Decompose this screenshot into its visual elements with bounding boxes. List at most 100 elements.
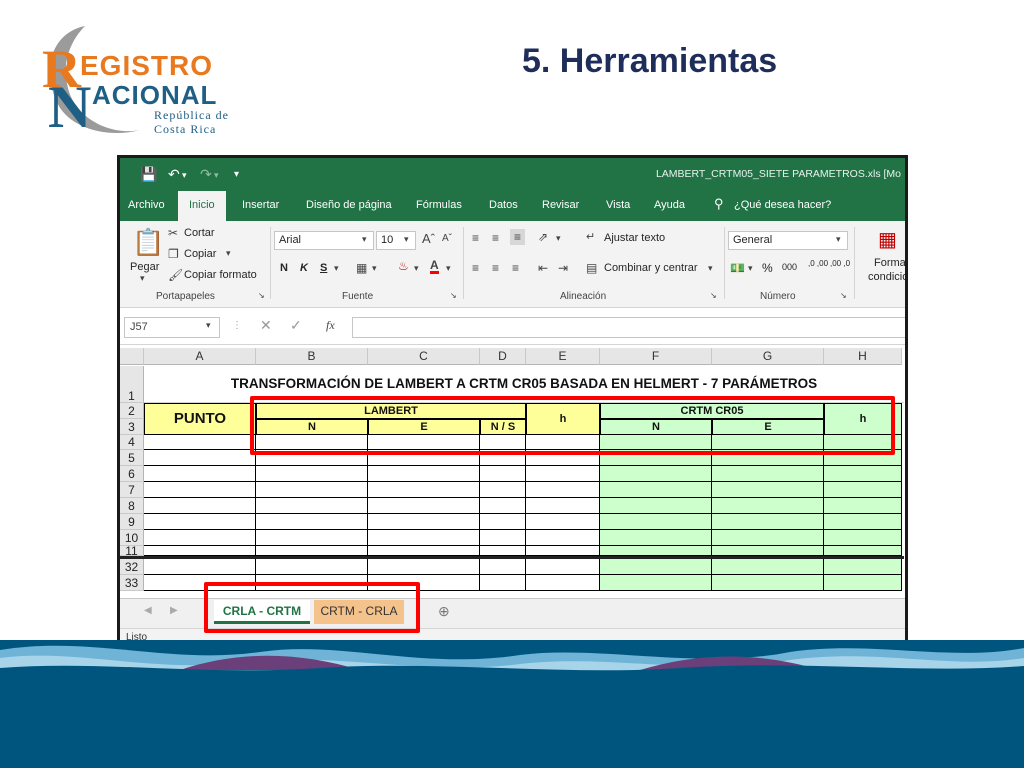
orientation-icon[interactable]: ⇗ — [538, 230, 548, 244]
column-header-h[interactable]: H — [824, 348, 902, 365]
data-cell[interactable] — [600, 559, 712, 575]
column-header-a[interactable]: A — [144, 348, 256, 365]
column-header-c[interactable]: C — [368, 348, 480, 365]
font-size-dropdown-icon[interactable]: ▾ — [404, 234, 409, 245]
shrink-font-icon[interactable]: Aˇ — [442, 233, 452, 244]
data-cell[interactable] — [526, 482, 600, 498]
tab-diseno-pagina[interactable]: Diseño de página — [306, 199, 392, 211]
data-cell[interactable] — [712, 530, 824, 546]
add-sheet-icon[interactable]: ⊕ — [438, 603, 450, 620]
font-size-select[interactable]: 10 — [376, 231, 416, 250]
tab-inicio[interactable]: Inicio — [178, 191, 226, 221]
data-cell[interactable] — [144, 575, 256, 591]
data-cell[interactable] — [526, 498, 600, 514]
row-header-7[interactable]: 7 — [120, 482, 144, 498]
data-cell[interactable] — [480, 530, 526, 546]
data-cell[interactable] — [368, 450, 480, 466]
alignment-launcher-icon[interactable]: ↘ — [710, 291, 717, 300]
redo-dropdown-icon[interactable]: ▾ — [214, 170, 219, 181]
data-cell[interactable] — [368, 530, 480, 546]
data-cell[interactable] — [144, 482, 256, 498]
data-cell[interactable] — [526, 575, 600, 591]
data-cell[interactable] — [480, 559, 526, 575]
paste-button[interactable]: Pegar — [130, 261, 159, 273]
header-lambert-ns[interactable]: N / S — [480, 419, 526, 435]
data-cell[interactable] — [600, 530, 712, 546]
data-cell[interactable] — [824, 575, 902, 591]
data-cell[interactable] — [824, 466, 902, 482]
data-cell[interactable] — [368, 514, 480, 530]
data-cell[interactable] — [824, 450, 902, 466]
data-cell[interactable] — [256, 559, 368, 575]
select-all-corner[interactable] — [120, 348, 144, 365]
data-cell[interactable] — [256, 530, 368, 546]
align-center-icon[interactable]: ≡ — [492, 261, 499, 275]
row-header-8[interactable]: 8 — [120, 498, 144, 514]
wrap-text-icon[interactable]: ↵ — [586, 230, 595, 243]
header-lambert-h[interactable]: h — [526, 403, 600, 435]
number-format-select[interactable]: General — [728, 231, 848, 250]
data-cell[interactable] — [256, 482, 368, 498]
borders-icon[interactable]: ▦ — [356, 261, 367, 275]
tab-ayuda[interactable]: Ayuda — [654, 199, 685, 211]
data-cell[interactable] — [824, 435, 902, 450]
customize-qat-icon[interactable]: ▾ — [234, 169, 239, 180]
paste-icon[interactable]: 📋 — [132, 227, 164, 258]
name-box-dropdown-icon[interactable]: ▾ — [206, 320, 211, 331]
data-cell[interactable] — [600, 514, 712, 530]
conditional-format-icon[interactable]: ▦ — [878, 227, 897, 252]
data-cell[interactable] — [144, 498, 256, 514]
data-cell[interactable] — [712, 575, 824, 591]
scroll-right-icon[interactable]: ▶ — [170, 605, 178, 616]
increase-decimal-button[interactable]: ,0 ,00 — [808, 259, 828, 268]
header-crtm-e[interactable]: E — [712, 419, 824, 435]
copy-button[interactable]: Copiar — [184, 248, 216, 260]
data-cell[interactable] — [526, 435, 600, 450]
column-header-b[interactable]: B — [256, 348, 368, 365]
data-cell[interactable] — [712, 482, 824, 498]
font-name-select[interactable]: Arial — [274, 231, 374, 250]
tab-insertar[interactable]: Insertar — [242, 199, 279, 211]
align-top-icon[interactable]: ≡ — [472, 231, 479, 245]
undo-icon[interactable]: ↶ — [168, 166, 180, 183]
lightbulb-search-icon[interactable]: ⚲ — [714, 196, 724, 212]
align-left-icon[interactable]: ≡ — [472, 261, 479, 275]
save-icon[interactable]: 💾 — [140, 166, 157, 183]
font-name-dropdown-icon[interactable]: ▾ — [362, 234, 367, 245]
align-right-icon[interactable]: ≡ — [512, 261, 519, 275]
data-cell[interactable] — [368, 546, 480, 556]
data-cell[interactable] — [824, 530, 902, 546]
comma-style-button[interactable]: 000 — [782, 262, 797, 272]
accounting-format-icon[interactable]: 💵 — [730, 261, 745, 275]
formula-input[interactable] — [352, 317, 905, 338]
tab-datos[interactable]: Datos — [489, 199, 518, 211]
row-header-6[interactable]: 6 — [120, 466, 144, 482]
data-cell[interactable] — [480, 435, 526, 450]
data-cell[interactable] — [144, 530, 256, 546]
row-header-4[interactable]: 4 — [120, 435, 144, 450]
underline-dropdown-icon[interactable]: ▾ — [334, 263, 339, 274]
row-header-11[interactable]: 11 — [120, 545, 144, 557]
font-launcher-icon[interactable]: ↘ — [450, 291, 457, 300]
header-punto[interactable]: PUNTO — [144, 403, 256, 435]
column-header-g[interactable]: G — [712, 348, 824, 365]
header-crtm-h[interactable]: h — [824, 403, 902, 435]
header-crtm[interactable]: CRTM CR05 — [600, 403, 824, 419]
data-cell[interactable] — [712, 450, 824, 466]
data-cell[interactable] — [600, 450, 712, 466]
row-header-9[interactable]: 9 — [120, 514, 144, 530]
enter-icon[interactable]: ✓ — [290, 317, 302, 334]
row-header-5[interactable]: 5 — [120, 450, 144, 466]
data-cell[interactable] — [480, 466, 526, 482]
column-header-f[interactable]: F — [600, 348, 712, 365]
data-cell[interactable] — [824, 546, 902, 556]
orientation-dropdown-icon[interactable]: ▾ — [556, 233, 561, 244]
merge-center-button[interactable]: Combinar y centrar — [604, 262, 698, 274]
decrease-indent-icon[interactable]: ⇤ — [538, 261, 548, 275]
data-cell[interactable] — [368, 575, 480, 591]
data-cell[interactable] — [824, 514, 902, 530]
header-crtm-n[interactable]: N — [600, 419, 712, 435]
data-cell[interactable] — [144, 435, 256, 450]
font-color-dropdown-icon[interactable]: ▾ — [446, 263, 451, 274]
data-cell[interactable] — [256, 514, 368, 530]
